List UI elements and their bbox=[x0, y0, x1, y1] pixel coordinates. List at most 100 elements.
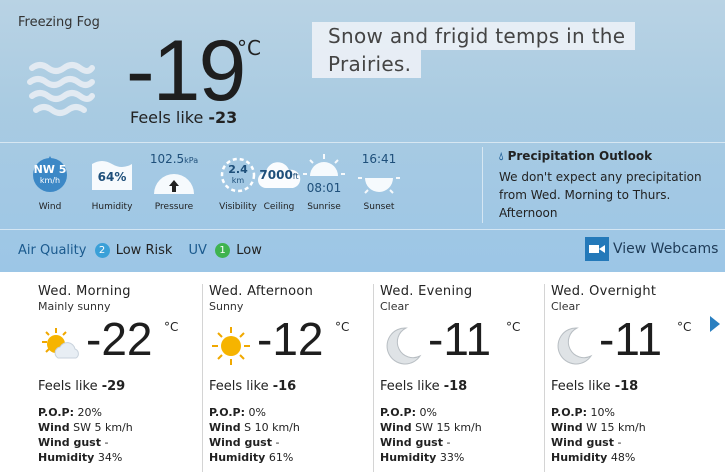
current-temperature: -19 bbox=[126, 23, 246, 119]
gust-label: Wind gust bbox=[209, 436, 272, 449]
period-title: Wed. Morning bbox=[38, 284, 131, 299]
stat-wind: NW 5 km/h Wind bbox=[18, 154, 82, 212]
period-temperature: -22 bbox=[86, 313, 153, 365]
humidity-value: 33% bbox=[439, 451, 465, 464]
pop-label: P.O.P: bbox=[551, 406, 587, 419]
wind-value: SW 15 km/h bbox=[415, 421, 482, 434]
stat-ceiling-box: 7000ft Ceiling bbox=[232, 154, 301, 212]
humidity-label: Humidity bbox=[551, 451, 608, 464]
period-feels-like: Feels like -18 bbox=[380, 379, 467, 394]
feels-like: Feels like -23 bbox=[130, 108, 237, 127]
pop-value: 10% bbox=[590, 406, 615, 419]
uv-value: Low bbox=[236, 243, 262, 258]
air-quality-value: Low Risk bbox=[115, 243, 173, 258]
pressure-value: 102.5 bbox=[149, 152, 185, 166]
humidity-label: Humidity bbox=[91, 202, 133, 212]
moon-icon bbox=[380, 324, 424, 368]
pop-label: P.O.P: bbox=[380, 406, 416, 419]
humidity-label: Humidity bbox=[209, 451, 266, 464]
wind-label: Wind bbox=[380, 421, 412, 434]
sun-icon bbox=[209, 324, 253, 368]
stats-row: NW 5 km/h Wind 64% Humidity 102.5kPa Pre… bbox=[18, 152, 478, 218]
period-temp-unit: °C bbox=[677, 320, 692, 334]
water-drop-icon: 💧︎ bbox=[499, 150, 504, 163]
humidity-value: 48% bbox=[610, 451, 636, 464]
next-arrow-icon[interactable] bbox=[710, 316, 720, 332]
pop-value: 0% bbox=[248, 406, 266, 419]
pop-value: 0% bbox=[419, 406, 437, 419]
air-quality-uv-row: Air Quality 2 Low Risk UV 1 Low bbox=[18, 243, 262, 258]
period-condition: Mainly sunny bbox=[38, 300, 111, 313]
period-feels-label: Feels like bbox=[551, 379, 611, 394]
feels-like-value: -23 bbox=[208, 108, 238, 127]
period-feels-label: Feels like bbox=[38, 379, 98, 394]
period-feels-value: -18 bbox=[443, 379, 468, 394]
current-conditions-panel: Freezing Fog -19 °C Feels like -23 Snow … bbox=[0, 0, 725, 272]
forecast-period: Wed. Evening Clear -11 °C Feels like -18 P.O.… bbox=[380, 284, 545, 472]
stat-pressure: 102.5kPa Pressure bbox=[138, 152, 210, 212]
forecast-period: Wed. Morning Mainly sunny -22 °C Feels like … bbox=[38, 284, 203, 472]
forecast-period: Wed. Afternoon Sunny -12 °C Feels like -16 P.… bbox=[209, 284, 374, 472]
wind-label: Wind bbox=[209, 421, 241, 434]
pressure-unit: kPa bbox=[184, 156, 199, 165]
stat-sunset: 16:41 Sunset bbox=[343, 152, 415, 212]
period-temperature: -12 bbox=[257, 313, 324, 365]
wind-label: Wind bbox=[38, 421, 70, 434]
pop-value: 20% bbox=[77, 406, 102, 419]
pressure-label: Pressure bbox=[154, 202, 194, 212]
pressure-gauge-icon bbox=[154, 174, 194, 194]
gust-label: Wind gust bbox=[380, 436, 443, 449]
period-condition: Sunny bbox=[209, 300, 244, 313]
period-details: P.O.P: 0% Wind SW 15 km/h Wind gust - Humid… bbox=[380, 405, 482, 465]
camera-icon bbox=[585, 237, 609, 261]
period-title: Wed. Evening bbox=[380, 284, 473, 299]
period-condition: Clear bbox=[551, 300, 580, 313]
precipitation-outlook: 💧︎ Precipitation Outlook We don't expect… bbox=[482, 147, 712, 223]
period-temperature: -11 bbox=[428, 313, 492, 365]
air-quality-link[interactable]: Air Quality bbox=[18, 243, 86, 258]
wind-value: SW 5 km/h bbox=[73, 421, 133, 434]
sunset-icon bbox=[358, 177, 400, 194]
humidity-label: Humidity bbox=[38, 451, 95, 464]
wind-value: W 15 km/h bbox=[586, 421, 646, 434]
humidity-value: 64% bbox=[97, 170, 127, 184]
sunset-value: 16:41 bbox=[361, 152, 397, 166]
period-details: P.O.P: 20% Wind SW 5 km/h Wind gust - Humid… bbox=[38, 405, 133, 465]
fog-icon bbox=[27, 62, 95, 116]
news-headline[interactable]: Snow and frigid temps in the Prairies. bbox=[312, 22, 662, 78]
stat-humidity: 64% Humidity bbox=[80, 154, 144, 212]
divider bbox=[0, 142, 725, 143]
wind-label: Wind bbox=[551, 421, 583, 434]
period-title: Wed. Overnight bbox=[551, 284, 657, 299]
period-temp-unit: °C bbox=[164, 320, 179, 334]
gust-value: - bbox=[617, 436, 622, 449]
period-feels-like: Feels like -18 bbox=[551, 379, 638, 394]
uv-link[interactable]: UV bbox=[189, 243, 207, 258]
forecast-period: Wed. Overnight Clear -11 °C Feels like -18 P.… bbox=[551, 284, 716, 472]
view-webcams-button[interactable]: View Webcams bbox=[585, 237, 718, 261]
view-webcams-label: View Webcams bbox=[613, 241, 719, 257]
headline-line-2[interactable]: Prairies. bbox=[312, 50, 422, 78]
period-feels-like: Feels like -16 bbox=[209, 379, 296, 394]
period-feels-value: -18 bbox=[614, 379, 639, 394]
period-temp-unit: °C bbox=[506, 320, 521, 334]
headline-line-1[interactable]: Snow and frigid temps in the bbox=[312, 22, 636, 50]
wind-unit: km/h bbox=[39, 176, 61, 185]
uv-index: 1 bbox=[215, 243, 231, 258]
pop-label: P.O.P: bbox=[209, 406, 245, 419]
period-temp-unit: °C bbox=[335, 320, 350, 334]
moon-icon bbox=[551, 324, 595, 368]
gust-label: Wind gust bbox=[38, 436, 101, 449]
period-condition: Clear bbox=[380, 300, 409, 313]
period-details: P.O.P: 10% Wind W 15 km/h Wind gust - Humid… bbox=[551, 405, 646, 465]
humidity-value: 61% bbox=[268, 451, 294, 464]
precip-text: We don't expect any precipitation from W… bbox=[499, 170, 702, 220]
sunset-label: Sunset bbox=[363, 202, 395, 212]
humidity-label: Humidity bbox=[380, 451, 437, 464]
air-quality-index: 2 bbox=[94, 243, 110, 258]
gust-value: - bbox=[446, 436, 451, 449]
feels-like-label: Feels like bbox=[130, 108, 204, 127]
gust-value: - bbox=[275, 436, 280, 449]
period-details: P.O.P: 0% Wind S 10 km/h Wind gust - Humidi… bbox=[209, 405, 300, 465]
sun-cloud-icon bbox=[38, 324, 82, 368]
